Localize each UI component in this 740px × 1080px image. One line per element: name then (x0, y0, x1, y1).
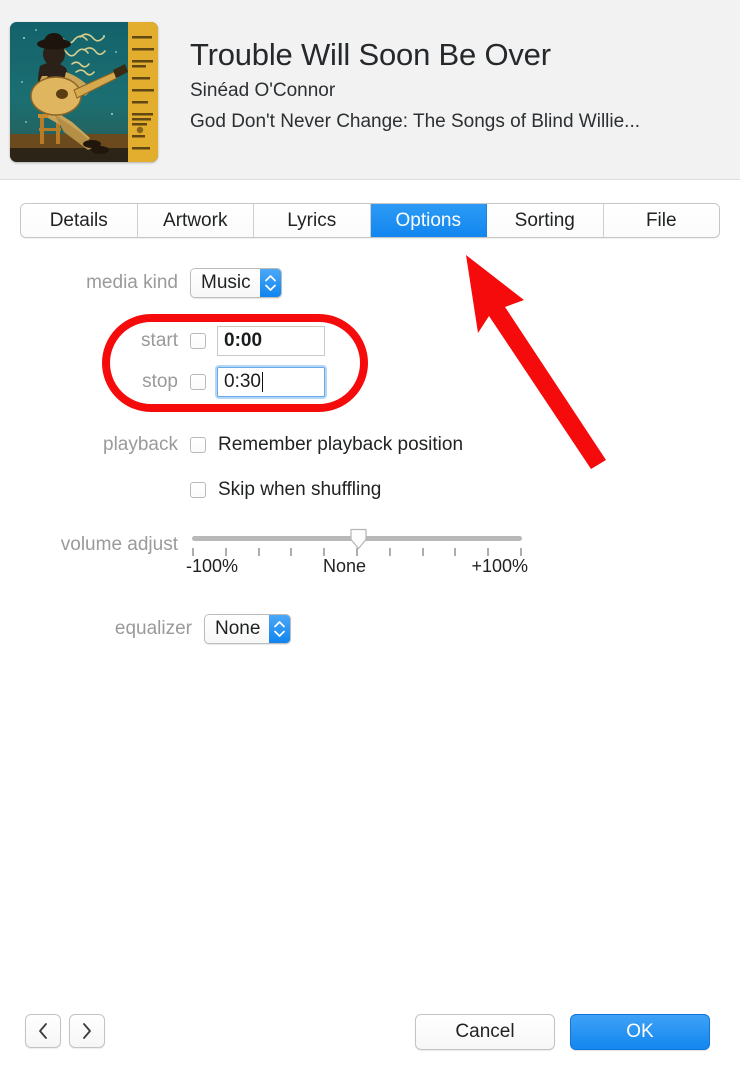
start-time-value: 0:00 (224, 330, 263, 351)
volume-adjust-label: volume adjust (60, 534, 178, 555)
chevron-updown-icon (269, 615, 291, 643)
skip-shuffle-row: Skip when shuffling (190, 479, 381, 501)
cancel-button-label: Cancel (455, 1021, 515, 1042)
track-header: Trouble Will Soon Be Over Sinéad O'Conno… (0, 0, 740, 180)
tab-file[interactable]: File (603, 204, 719, 237)
album-artwork-image (10, 22, 158, 162)
equalizer-label: equalizer (114, 618, 192, 639)
volume-adjust-row: volume adjust -100% None +100% (38, 526, 528, 576)
highlight-arrow-options-tab (466, 255, 606, 469)
ok-button[interactable]: OK (570, 1014, 710, 1050)
tab-sorting[interactable]: Sorting (487, 204, 604, 237)
tab-lyrics-label: Lyrics (287, 209, 337, 231)
equalizer-select[interactable]: None (204, 614, 292, 644)
stop-time-value: 0:30 (224, 371, 261, 392)
track-metadata: Trouble Will Soon Be Over Sinéad O'Conno… (190, 36, 730, 134)
skip-shuffling-label: Skip when shuffling (218, 479, 382, 500)
stop-label: stop (142, 371, 178, 392)
stop-time-input[interactable]: 0:30 (217, 367, 325, 397)
cancel-button[interactable]: Cancel (415, 1014, 555, 1050)
page-title: Trouble Will Soon Be Over (190, 37, 551, 72)
chevron-left-icon (39, 1023, 47, 1039)
tab-artwork-label: Artwork (163, 209, 228, 231)
media-kind-value: Music (191, 269, 260, 297)
slider-max-label: +100% (471, 556, 528, 576)
tab-details-label: Details (49, 209, 108, 231)
playback-label: playback (103, 434, 178, 455)
slider-center-label: None (323, 556, 367, 576)
tab-details[interactable]: Details (21, 204, 138, 237)
chevron-updown-icon (259, 269, 281, 297)
tab-artwork[interactable]: Artwork (137, 204, 254, 237)
track-artist: Sinéad O'Connor (190, 80, 336, 102)
start-row: start 0:00 (68, 326, 325, 356)
skip-shuffling-checkbox[interactable] (190, 482, 206, 498)
track-album: God Don't Never Change: The Songs of Bli… (190, 110, 641, 132)
stop-checkbox[interactable] (190, 374, 206, 390)
start-time-input[interactable]: 0:00 (217, 326, 325, 356)
equalizer-row: equalizer None (84, 614, 292, 644)
remember-position-label: Remember playback position (218, 434, 464, 455)
slider-thumb[interactable] (349, 528, 368, 550)
slider-min-label: -100% (186, 556, 239, 576)
playback-row: playback Remember playback position (68, 434, 463, 456)
tab-lyrics[interactable]: Lyrics (254, 204, 371, 237)
tab-sorting-label: Sorting (514, 209, 575, 231)
equalizer-value: None (205, 615, 270, 643)
start-checkbox[interactable] (190, 333, 206, 349)
text-caret (261, 372, 263, 392)
start-label: start (141, 330, 178, 351)
tab-bar: Details Artwork Lyrics Options Sorting F… (20, 203, 720, 238)
chevron-right-icon (83, 1023, 91, 1039)
tab-options[interactable]: Options (370, 204, 487, 237)
ok-button-label: OK (626, 1021, 654, 1042)
volume-adjust-slider[interactable]: -100% None +100% (186, 526, 528, 576)
tab-options-label: Options (395, 209, 461, 231)
album-artwork (10, 22, 158, 162)
slider-ticks (192, 548, 522, 556)
slider-scale-labels: -100% None +100% (186, 556, 528, 578)
next-track-button[interactable] (69, 1014, 105, 1048)
stop-row: stop 0:30 (68, 367, 325, 397)
media-kind-row: media kind Music (68, 268, 308, 298)
tab-file-label: File (645, 209, 677, 231)
remember-position-checkbox[interactable] (190, 437, 206, 453)
media-kind-select[interactable]: Music (190, 268, 282, 298)
media-kind-label: media kind (86, 272, 178, 293)
previous-track-button[interactable] (25, 1014, 61, 1048)
